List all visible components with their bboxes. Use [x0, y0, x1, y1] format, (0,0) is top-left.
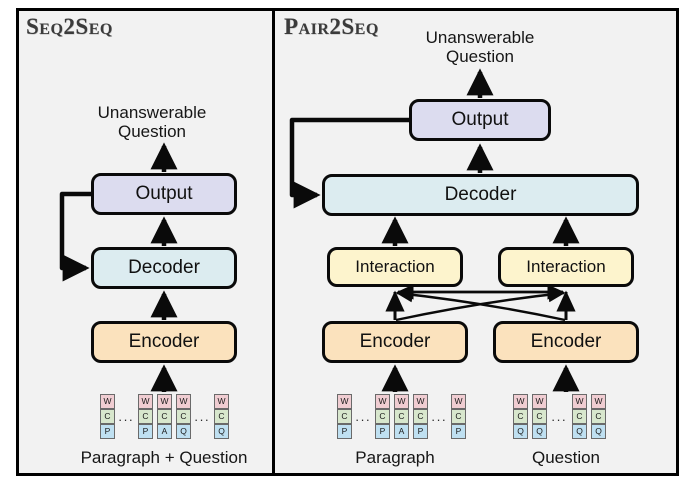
- left-output-label: Output: [135, 183, 193, 204]
- right-output-label: Output: [451, 109, 509, 130]
- token-cell-tag: P: [138, 424, 153, 439]
- token-cell-w: W: [394, 394, 409, 409]
- right-encoder-left-node[interactable]: Encoder: [322, 321, 468, 363]
- left-input-label: Paragraph + Question: [80, 448, 248, 467]
- right-output-node[interactable]: Output: [409, 99, 551, 141]
- left-token-stack: W C A: [157, 394, 172, 439]
- token-cell-c: C: [532, 409, 547, 424]
- token-cell-w: W: [532, 394, 547, 409]
- left-encoder-label: Encoder: [128, 331, 200, 352]
- token-cell-w: W: [100, 394, 115, 409]
- left-encoder-node[interactable]: Encoder: [91, 321, 237, 363]
- token-cell-tag: P: [100, 424, 115, 439]
- token-cell-w: W: [375, 394, 390, 409]
- token-cell-c: C: [394, 409, 409, 424]
- token-cell-c: C: [591, 409, 606, 424]
- token-cell-tag: P: [375, 424, 390, 439]
- token-cell-w: W: [513, 394, 528, 409]
- token-cell-c: C: [100, 409, 115, 424]
- paragraph-token-stack: W C P: [337, 394, 352, 439]
- token-cell-w: W: [451, 394, 466, 409]
- token-cell-w: W: [572, 394, 587, 409]
- right-interaction-right-node[interactable]: Interaction: [498, 247, 634, 287]
- token-cell-c: C: [214, 409, 229, 424]
- token-cell-w: W: [176, 394, 191, 409]
- token-cell-tag: Q: [176, 424, 191, 439]
- token-cell-tag: A: [394, 424, 409, 439]
- token-cell-tag: P: [451, 424, 466, 439]
- token-cell-w: W: [138, 394, 153, 409]
- question-token-stack: W C Q: [572, 394, 587, 439]
- token-cell-tag: P: [337, 424, 352, 439]
- token-cell-tag: Q: [532, 424, 547, 439]
- token-cell-tag: P: [413, 424, 428, 439]
- paragraph-token-ellipsis: ···: [431, 412, 447, 427]
- token-cell-w: W: [591, 394, 606, 409]
- token-cell-tag: Q: [591, 424, 606, 439]
- paragraph-token-ellipsis: ···: [355, 412, 371, 427]
- left-token-stack: W C Q: [214, 394, 229, 439]
- right-decoder-label: Decoder: [444, 184, 517, 205]
- question-token-stack: W C Q: [591, 394, 606, 439]
- token-cell-c: C: [451, 409, 466, 424]
- token-cell-w: W: [214, 394, 229, 409]
- interaction-right-label: Interaction: [526, 257, 606, 276]
- token-cell-w: W: [413, 394, 428, 409]
- paragraph-token-stack: W C P: [413, 394, 428, 439]
- question-token-stack: W C Q: [513, 394, 528, 439]
- panel-title-seq2seq: Seq2Seq: [26, 14, 113, 39]
- right-decoder-node[interactable]: Decoder: [322, 174, 639, 216]
- question-token-stack: W C Q: [532, 394, 547, 439]
- right-interaction-left-node[interactable]: Interaction: [327, 247, 463, 287]
- left-output-text: Unanswerable Question: [97, 103, 207, 142]
- panel-divider: [272, 11, 275, 473]
- token-cell-c: C: [375, 409, 390, 424]
- token-cell-c: C: [413, 409, 428, 424]
- paragraph-input-label: Paragraph: [355, 448, 435, 467]
- left-decoder-label: Decoder: [128, 257, 200, 278]
- question-token-ellipsis: ···: [551, 412, 567, 427]
- token-cell-c: C: [337, 409, 352, 424]
- right-encoder-right-node[interactable]: Encoder: [493, 321, 639, 363]
- token-cell-c: C: [138, 409, 153, 424]
- left-token-stack: W C Q: [176, 394, 191, 439]
- token-cell-c: C: [572, 409, 587, 424]
- left-token-stack: W C P: [100, 394, 115, 439]
- paragraph-token-stack: W C P: [375, 394, 390, 439]
- left-decoder-node[interactable]: Decoder: [91, 247, 237, 289]
- panel-title-pair2seq: Pair2Seq: [284, 14, 379, 39]
- token-cell-c: C: [513, 409, 528, 424]
- token-cell-c: C: [176, 409, 191, 424]
- left-token-stack: W C P: [138, 394, 153, 439]
- left-token-ellipsis: ···: [194, 412, 210, 427]
- encoder-left-label: Encoder: [359, 331, 431, 352]
- right-output-text: Unanswerable Question: [425, 28, 535, 67]
- paragraph-token-stack: W C P: [451, 394, 466, 439]
- left-token-ellipsis: ···: [118, 412, 134, 427]
- left-output-node[interactable]: Output: [91, 173, 237, 215]
- token-cell-tag: Q: [214, 424, 229, 439]
- paragraph-token-stack: W C A: [394, 394, 409, 439]
- token-cell-w: W: [337, 394, 352, 409]
- token-cell-w: W: [157, 394, 172, 409]
- interaction-left-label: Interaction: [355, 257, 435, 276]
- token-cell-tag: A: [157, 424, 172, 439]
- figure-canvas: Seq2Seq Unanswerable Question Output Dec…: [0, 0, 691, 502]
- token-cell-c: C: [157, 409, 172, 424]
- encoder-right-label: Encoder: [530, 331, 602, 352]
- token-cell-tag: Q: [572, 424, 587, 439]
- token-cell-tag: Q: [513, 424, 528, 439]
- question-input-label: Question: [531, 448, 601, 467]
